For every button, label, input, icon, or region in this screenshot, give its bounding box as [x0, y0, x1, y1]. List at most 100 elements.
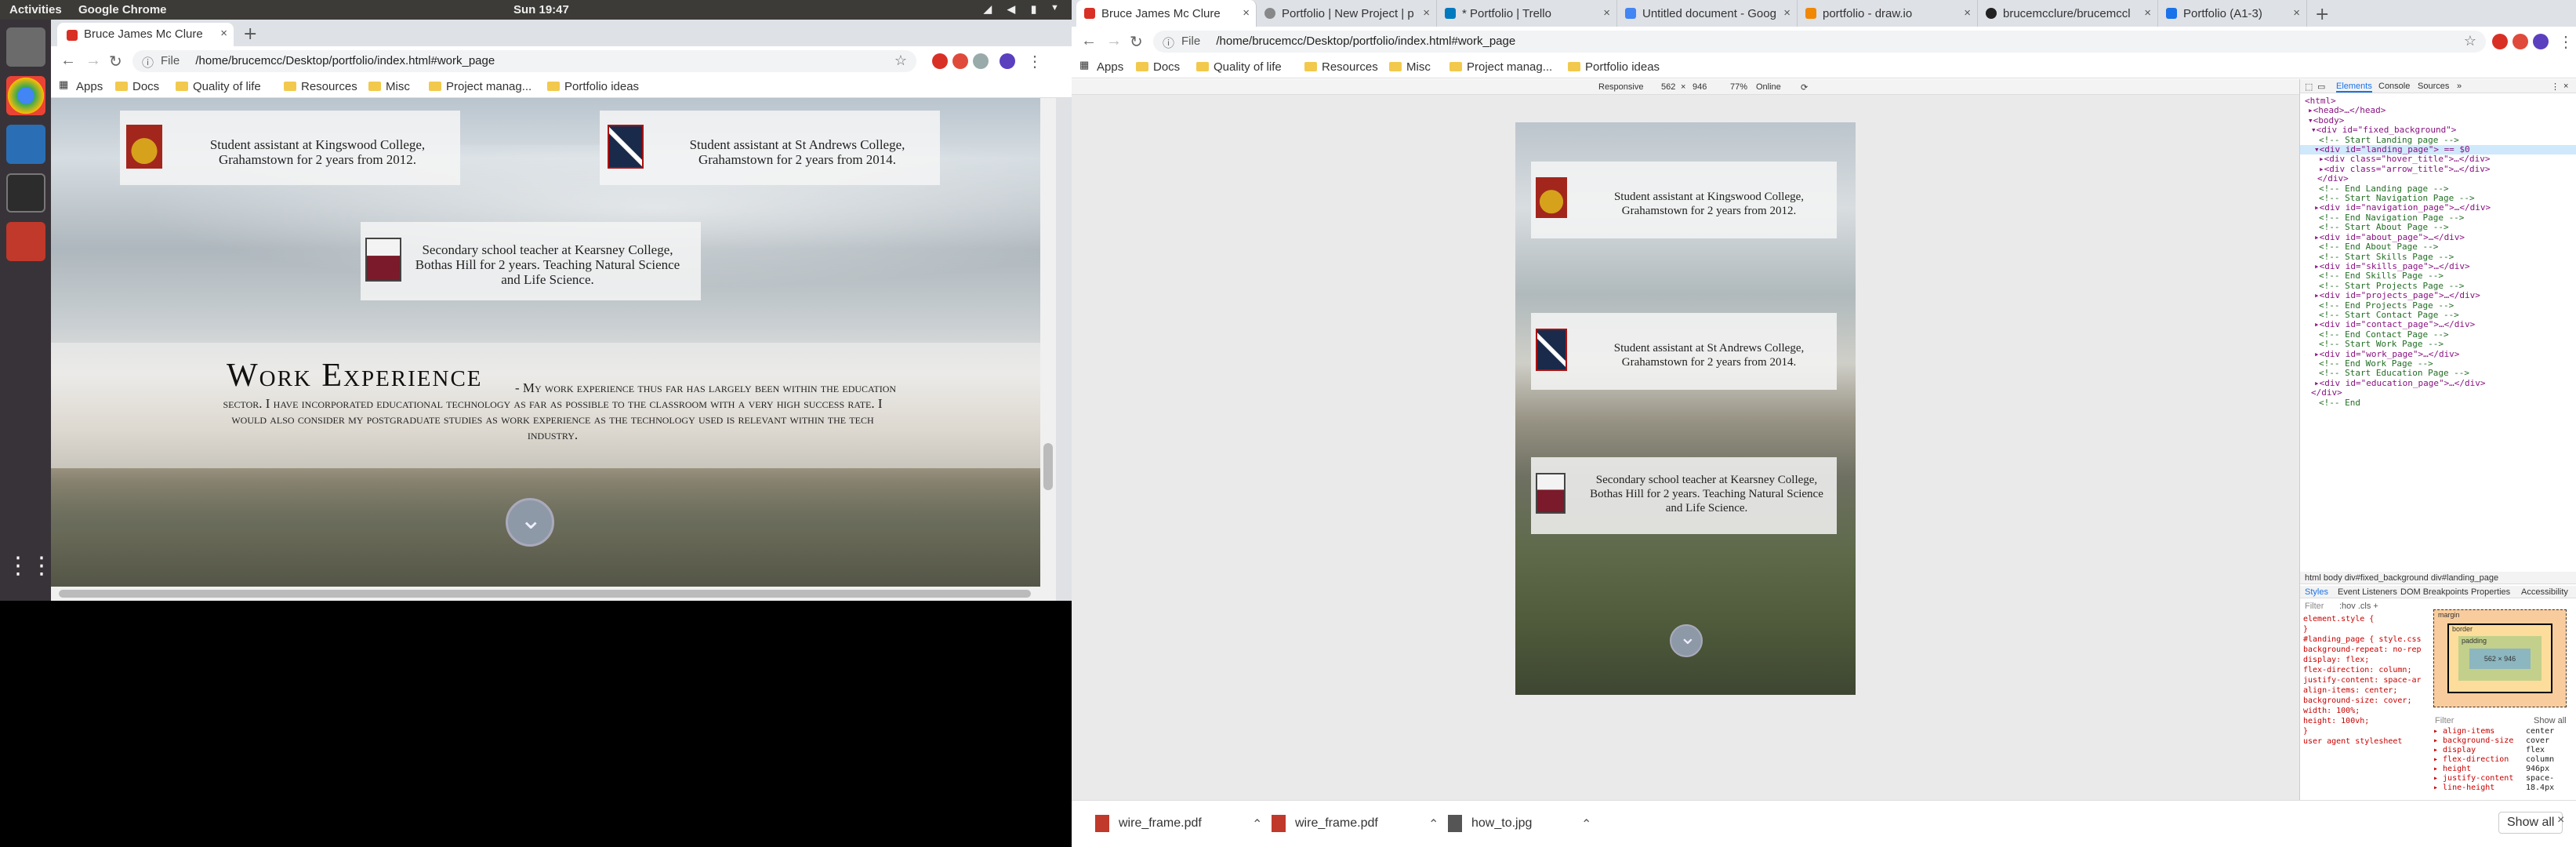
style-rule-line[interactable]: }: [2303, 726, 2421, 736]
close-tab-icon[interactable]: ×: [2144, 6, 2151, 20]
bookmark-misc[interactable]: Misc: [1389, 60, 1431, 74]
extension-icon[interactable]: [932, 53, 948, 69]
close-tab-icon[interactable]: ×: [1783, 6, 1791, 20]
inspect-icon[interactable]: ⬚: [2305, 82, 2313, 92]
abp-icon[interactable]: [952, 53, 968, 69]
bookmark-apps[interactable]: ▦ Apps: [59, 78, 103, 93]
download-item[interactable]: wire_frame.pdf: [1272, 815, 1378, 832]
battery-icon[interactable]: ▮: [1031, 3, 1036, 16]
dom-node[interactable]: </div>: [2300, 173, 2576, 184]
device-mode-select[interactable]: Responsive: [1598, 82, 1643, 92]
dom-node[interactable]: ▾<div id="fixed_background">: [2300, 125, 2576, 135]
device-width-input[interactable]: 562: [1661, 82, 1675, 92]
style-rule-line[interactable]: background-size: cover;: [2303, 696, 2421, 706]
bookmark-portfolio-ideas[interactable]: Portfolio ideas: [547, 80, 639, 93]
style-rule-line[interactable]: user agent stylesheet: [2303, 736, 2421, 747]
dom-node[interactable]: ▸<head>…</head>: [2300, 105, 2576, 115]
bookmark-quality-of-life[interactable]: Quality of life: [1196, 60, 1282, 74]
profile-avatar[interactable]: [2533, 34, 2549, 49]
power-icon[interactable]: ▼: [1050, 3, 1059, 13]
bookmark-portfolio-ideas[interactable]: Portfolio ideas: [1568, 60, 1660, 74]
style-rules[interactable]: element.style {} #landing_page { style.cs…: [2303, 614, 2421, 802]
tab-portfolio-a1[interactable]: Portfolio (A1-3) ×: [2158, 0, 2307, 27]
tab-dom-breakpoints[interactable]: DOM Breakpoints: [2400, 587, 2469, 597]
vscode-icon[interactable]: [6, 125, 45, 164]
tab-github[interactable]: brucemcclure/brucemccl ×: [1978, 0, 2158, 27]
forward-icon[interactable]: →: [1106, 32, 1122, 50]
dom-node[interactable]: ▸<div id="projects_page">…</div>: [2300, 290, 2576, 300]
style-rule-line[interactable]: #landing_page { style.css:12: [2303, 634, 2421, 645]
bookmark-apps[interactable]: ▦ Apps: [1079, 59, 1123, 74]
bookmark-resources[interactable]: Resources: [284, 80, 357, 93]
download-item[interactable]: wire_frame.pdf: [1095, 815, 1202, 832]
tab-styles[interactable]: Styles: [2305, 587, 2328, 597]
computed-property[interactable]: ▸ display flex: [2433, 746, 2574, 755]
computed-list[interactable]: ▸ align-items center ▸ background-size cove…: [2433, 727, 2574, 793]
dom-comment[interactable]: <!-- Start Education Page -->: [2300, 368, 2576, 378]
close-downloads-icon[interactable]: ×: [2557, 813, 2564, 827]
style-rule-line[interactable]: }: [2303, 624, 2421, 634]
extension-icon[interactable]: [2492, 34, 2508, 49]
tab-portfolio[interactable]: Bruce James Mc Clure ×: [1076, 0, 1257, 27]
tab-accessibility[interactable]: Accessibility: [2521, 587, 2568, 597]
hov-cls-buttons[interactable]: :hov .cls +: [2339, 602, 2378, 611]
computed-property[interactable]: ▸ background-size cover: [2433, 736, 2574, 746]
files-icon[interactable]: [6, 27, 45, 67]
close-tab-icon[interactable]: ×: [1243, 6, 1250, 20]
bookmark-quality-of-life[interactable]: Quality of life: [176, 80, 261, 93]
bookmark-project-manag[interactable]: Project manag...: [429, 80, 532, 93]
back-icon[interactable]: ←: [60, 52, 76, 70]
dom-comment[interactable]: <!-- End: [2300, 398, 2576, 408]
forward-icon[interactable]: →: [85, 52, 101, 70]
tab-sources[interactable]: Sources: [2418, 82, 2449, 91]
scroll-down-chevron-icon[interactable]: ⌄: [1670, 624, 1703, 657]
bookmark-docs[interactable]: Docs: [115, 80, 159, 93]
computed-property[interactable]: ▸ flex-direction column: [2433, 755, 2574, 765]
menu-icon[interactable]: ⋮: [2558, 32, 2574, 52]
style-rule-line[interactable]: width: 100%;: [2303, 706, 2421, 716]
tab-elements[interactable]: Elements: [2336, 82, 2372, 93]
rotate-icon[interactable]: ⟳: [1801, 82, 1808, 93]
close-tab-icon[interactable]: ×: [1603, 6, 1610, 20]
clock[interactable]: Sun 19:47: [513, 3, 569, 16]
dom-comment[interactable]: <!-- End Skills Page -->: [2300, 271, 2576, 281]
close-tab-icon[interactable]: ×: [220, 27, 227, 40]
back-icon[interactable]: ←: [1081, 32, 1097, 50]
breadcrumb[interactable]: html body div#fixed_background div#landi…: [2300, 572, 2576, 584]
close-tab-icon[interactable]: ×: [1423, 6, 1430, 20]
bookmark-docs[interactable]: Docs: [1136, 60, 1180, 74]
reload-icon[interactable]: ↻: [109, 52, 122, 71]
style-rule-line[interactable]: justify-content: space-around;: [2303, 675, 2421, 685]
terminal-icon[interactable]: [6, 173, 45, 213]
app-menu[interactable]: Google Chrome: [78, 3, 167, 16]
new-tab-icon[interactable]: +: [243, 24, 257, 44]
tab-properties[interactable]: Properties: [2471, 587, 2510, 597]
chevron-up-icon[interactable]: ⌃: [1252, 816, 1262, 832]
settings-icon[interactable]: [6, 222, 45, 261]
volume-icon[interactable]: ◀: [1007, 3, 1015, 16]
close-tab-icon[interactable]: ×: [1964, 6, 1971, 20]
device-toggle-icon[interactable]: ▭: [2317, 82, 2325, 92]
tab-event-listeners[interactable]: Event Listeners: [2338, 587, 2397, 597]
more-tabs-icon[interactable]: »: [2457, 82, 2462, 91]
dom-comment[interactable]: <!-- End About Page -->: [2300, 242, 2576, 252]
profile-avatar[interactable]: [1000, 53, 1015, 69]
network-select[interactable]: Online: [1756, 82, 1781, 92]
style-rule-line[interactable]: element.style {: [2303, 614, 2421, 624]
dom-node[interactable]: ▸<div class="hover_title">…</div>: [2300, 154, 2576, 165]
address-bar[interactable]: ⓘ File /home/brucemcc/Desktop/portfolio/…: [1153, 31, 2486, 53]
tab-new-project[interactable]: Portfolio | New Project | p ×: [1257, 0, 1437, 27]
scroll-down-chevron-icon[interactable]: ⌄: [506, 498, 554, 547]
app-grid-icon[interactable]: ⋮⋮: [6, 547, 53, 586]
dom-node[interactable]: ▸<div id="navigation_page">…</div>: [2300, 203, 2576, 213]
wifi-icon[interactable]: ◢: [984, 3, 992, 16]
bookmark-misc[interactable]: Misc: [368, 80, 410, 93]
abp-icon[interactable]: [2513, 34, 2528, 49]
star-icon[interactable]: ☆: [2464, 33, 2476, 49]
style-rule-line[interactable]: display: flex;: [2303, 655, 2421, 665]
show-all-checkbox[interactable]: Show all: [2534, 716, 2567, 725]
new-tab-icon[interactable]: +: [2315, 5, 2329, 24]
style-rule-line[interactable]: background-repeat: no-repeat;: [2303, 645, 2421, 655]
download-item[interactable]: how_to.jpg: [1447, 815, 1532, 832]
chevron-up-icon[interactable]: ⌃: [1581, 816, 1591, 832]
